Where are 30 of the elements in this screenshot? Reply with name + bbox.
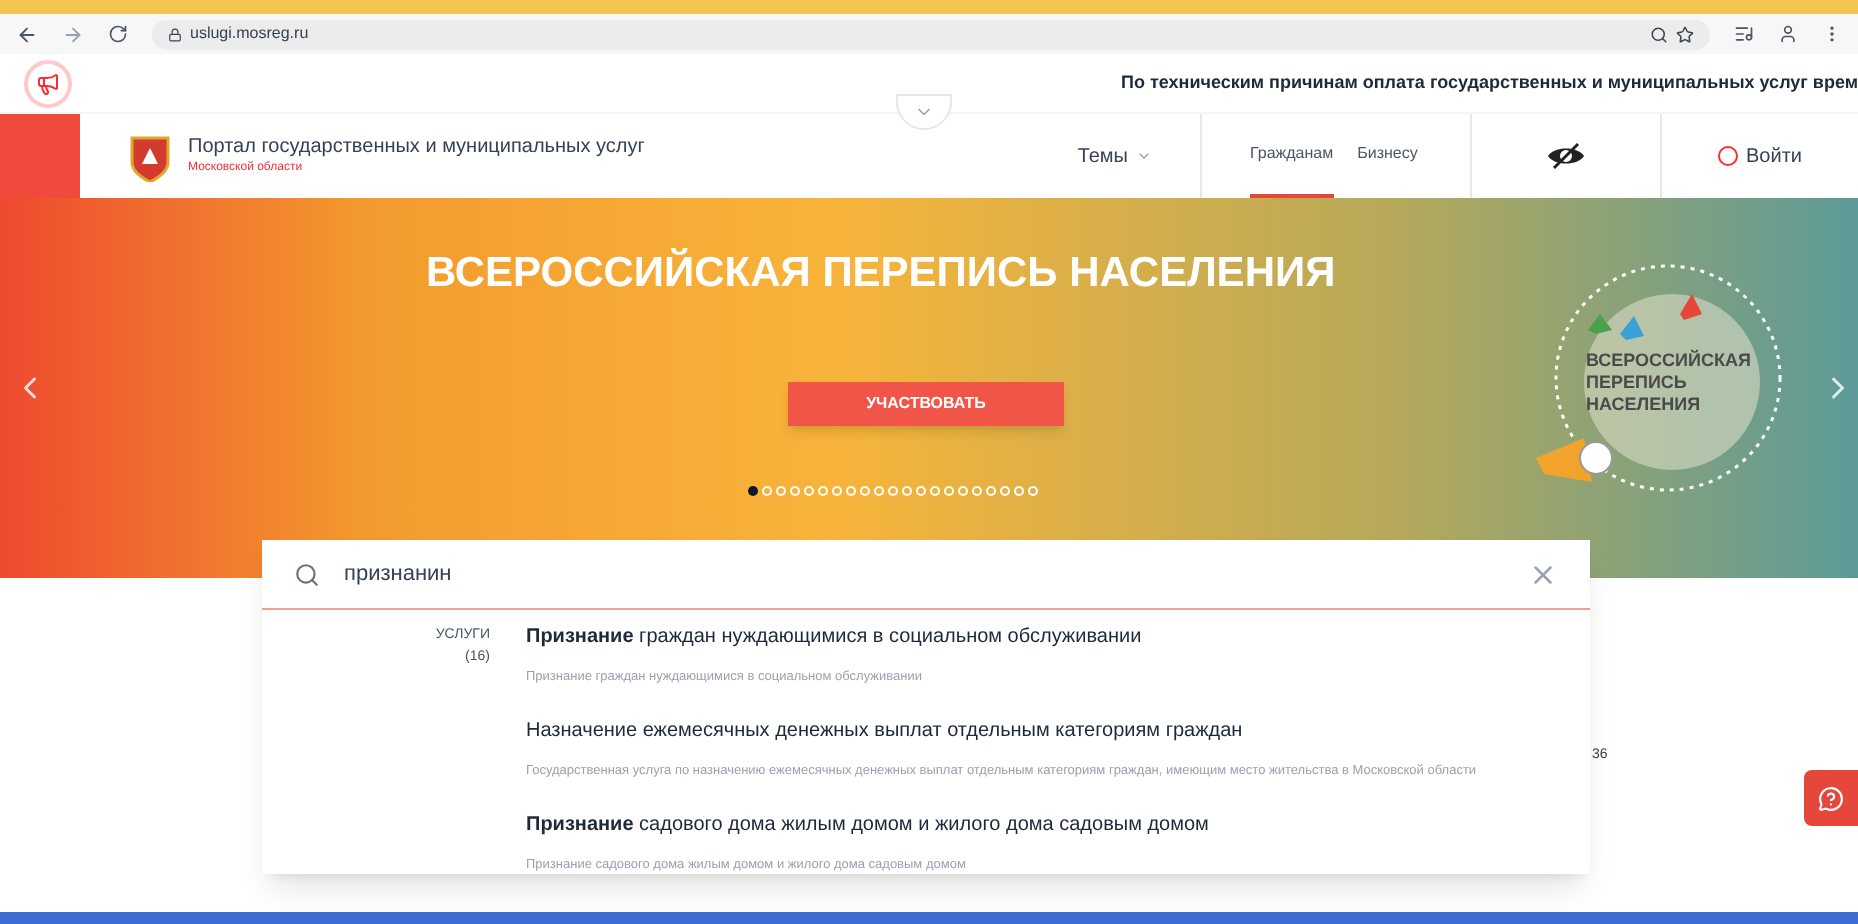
audience-tab[interactable]: Бизнесу (1357, 114, 1418, 198)
help-chat-button[interactable] (1804, 770, 1858, 826)
playlist-icon[interactable] (1734, 24, 1754, 44)
collapse-tab[interactable] (896, 94, 952, 130)
megaphone-badge[interactable] (24, 59, 72, 107)
search-value: признанин (344, 559, 454, 590)
banner-title: ВСЕРОССИЙСКАЯ ПЕРЕПИСЬ НАСЕЛЕНИЯ (426, 246, 1336, 300)
portal-title: Портал государственных и муниципальных услуг (188, 136, 645, 161)
megaphone-icon (36, 71, 60, 95)
notice-ticker: По техническим причинам оплата государственных и муниципальных услуг врем (1121, 69, 1858, 96)
result-title: Назначение ежемесячных денежных выплат отдельным категориям граждан (526, 717, 1245, 746)
search-icon[interactable] (1650, 25, 1668, 43)
accent-strip (0, 114, 80, 198)
topics-dropdown[interactable]: Темы (1077, 141, 1200, 171)
address-bar[interactable]: uslugi.mosreg.ru (152, 19, 1710, 49)
result-title: Признание садового дома жилым домом и жилого дома садовым домом (526, 811, 1211, 839)
search-field[interactable]: признанин (262, 540, 1590, 610)
census-logo-text: ВСЕРОССИЙСКАЯ ПЕРЕПИСЬ НАСЕЛЕНИЯ (1586, 349, 1753, 415)
profile-icon[interactable] (1778, 24, 1798, 44)
eye-icon[interactable] (1546, 142, 1586, 170)
reload-icon[interactable] (108, 24, 128, 44)
forward-icon[interactable] (62, 23, 84, 45)
star-icon[interactable] (1676, 25, 1694, 43)
url-text: uslugi.mosreg.ru (190, 22, 309, 46)
lock-icon (168, 27, 182, 41)
search-icon (294, 561, 320, 587)
back-icon[interactable] (16, 23, 38, 45)
help-icon (1818, 785, 1844, 811)
result-title: Признание граждан нуждающимися в социальном обслуживании (526, 624, 1144, 652)
chevron-down-icon (1136, 148, 1152, 164)
